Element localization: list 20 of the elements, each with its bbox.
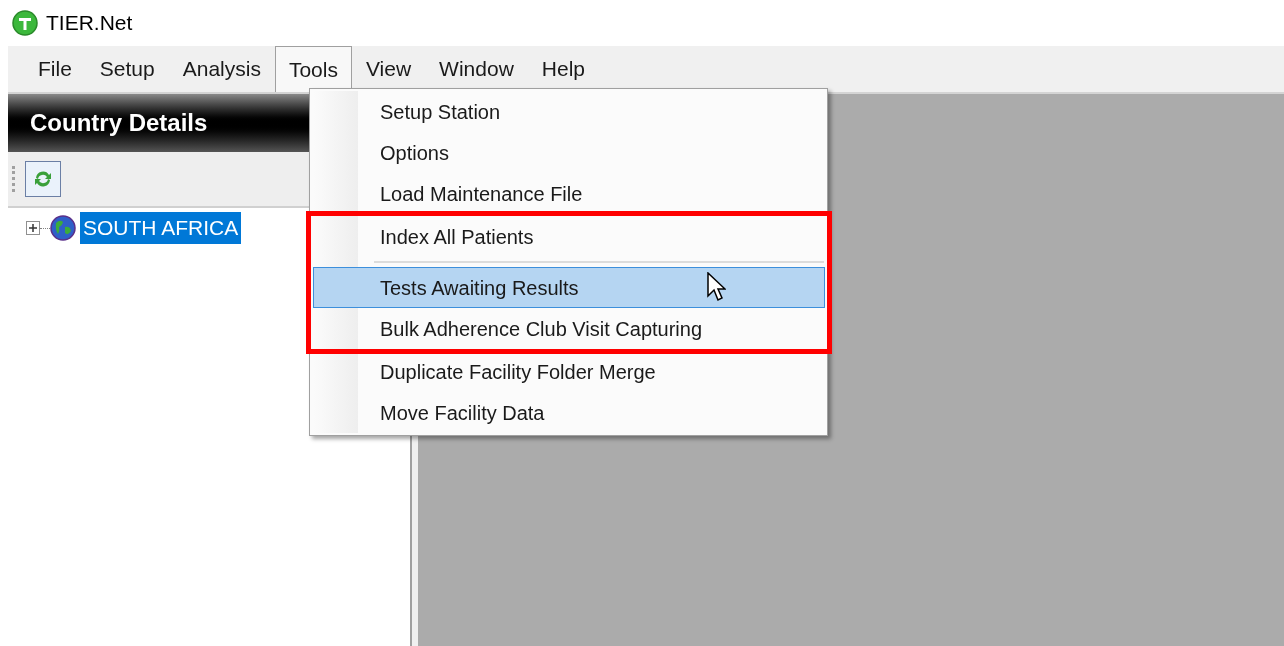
menu-item[interactable]: Duplicate Facility Folder Merge	[313, 351, 824, 392]
menu-bar-item[interactable]: File	[24, 46, 86, 92]
menu-bar-item[interactable]: Window	[425, 46, 528, 92]
app-logo-icon	[12, 10, 38, 36]
menu-item[interactable]: Bulk Adherence Club Visit Capturing	[313, 308, 825, 349]
menu-item[interactable]: Load Maintenance File	[313, 173, 824, 214]
mouse-pointer-icon	[706, 272, 726, 302]
tree-node-label[interactable]: SOUTH AFRICA	[80, 212, 242, 244]
expand-icon[interactable]	[26, 221, 40, 235]
menu-bar-item[interactable]: View	[351, 46, 426, 92]
menu-bar-item[interactable]: Tools	[274, 46, 352, 92]
globe-icon	[50, 215, 76, 241]
menu-item[interactable]: Tests Awaiting Results	[313, 267, 825, 308]
window-title: TIER.Net	[46, 10, 133, 37]
menu-item[interactable]: Move Facility Data	[313, 392, 824, 433]
menu-bar-item[interactable]: Setup	[85, 46, 169, 92]
menu-bar-item[interactable]: Help	[527, 46, 599, 92]
refresh-button[interactable]	[25, 161, 61, 197]
menu-bar-item[interactable]: Analysis	[168, 46, 275, 92]
menu-item[interactable]: Index All Patients	[313, 216, 825, 257]
